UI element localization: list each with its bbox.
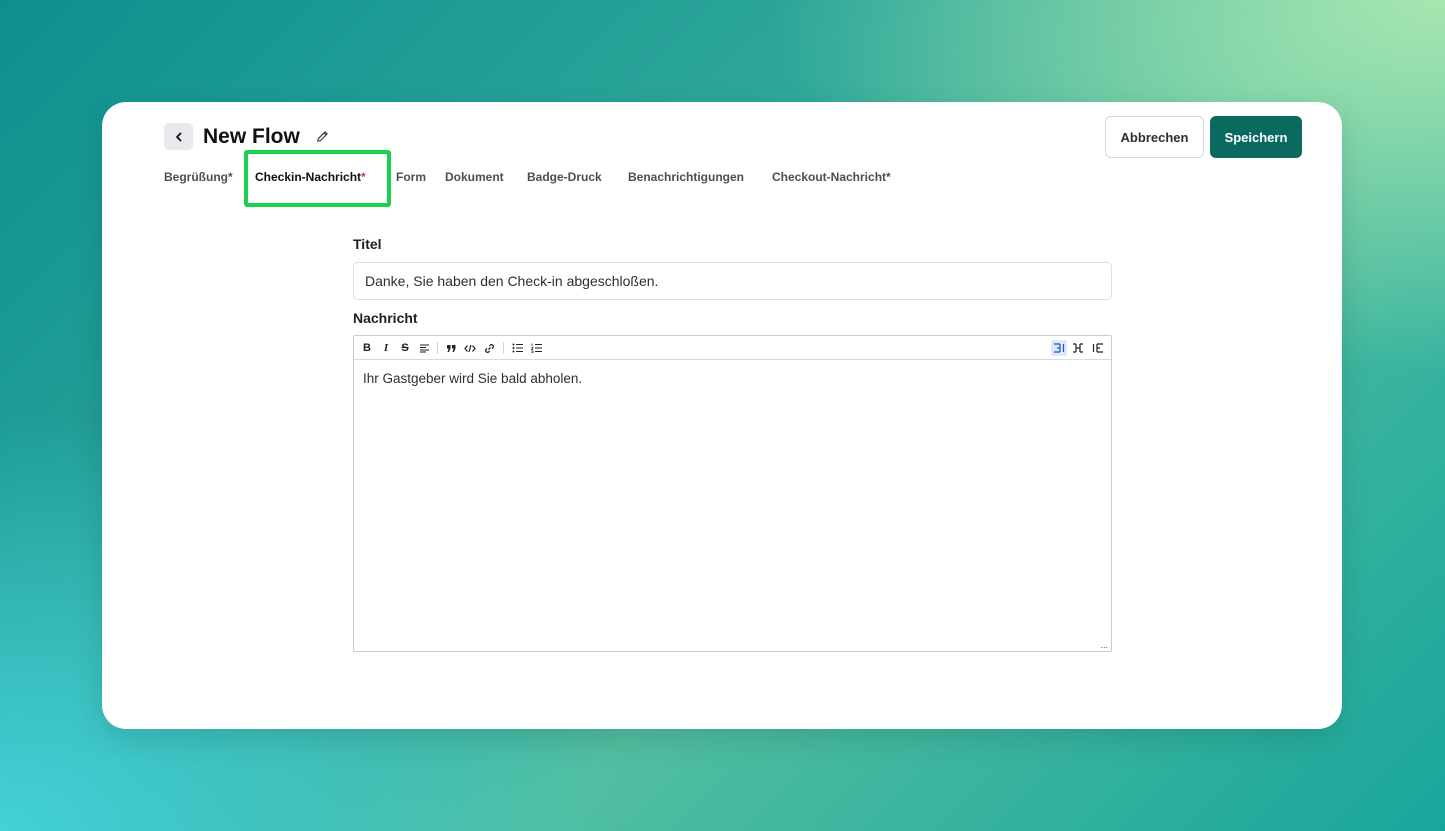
flow-editor-card: New Flow Abbrechen Speichern Begrüßung* … (102, 102, 1342, 729)
quote-button[interactable] (443, 340, 459, 356)
tab-label: Dokument (445, 170, 504, 184)
required-marker: * (886, 170, 891, 184)
message-label: Nachricht (353, 310, 418, 326)
tab-label: Checkout-Nachricht (772, 170, 887, 184)
title-input[interactable] (353, 262, 1112, 300)
toolbar-divider (503, 342, 504, 354)
tab-benachrichtigungen[interactable]: Benachrichtigungen (628, 169, 744, 185)
preview-view-icon (1092, 343, 1103, 353)
numbered-list-button[interactable] (529, 340, 545, 356)
tab-label: Form (396, 170, 426, 184)
chevron-left-icon (175, 132, 181, 141)
save-button[interactable]: Speichern (1210, 116, 1302, 158)
link-icon (484, 343, 494, 353)
editor-toolbar: B I S (354, 336, 1111, 360)
bullet-list-icon (512, 343, 523, 353)
tab-label: Checkin-Nachricht (255, 170, 362, 184)
required-marker: * (228, 170, 233, 184)
resize-handle[interactable]: ... (1100, 640, 1108, 650)
quote-icon (446, 344, 455, 352)
title-label: Titel (353, 236, 382, 252)
view-editor-button[interactable] (1051, 340, 1067, 356)
view-split-button[interactable] (1070, 340, 1086, 356)
bullet-list-button[interactable] (510, 340, 526, 356)
tab-form[interactable]: Form (396, 169, 426, 185)
italic-button[interactable]: I (378, 340, 394, 356)
pencil-icon[interactable] (315, 129, 330, 144)
view-preview-button[interactable] (1090, 340, 1106, 356)
message-content[interactable]: Ihr Gastgeber wird Sie bald abholen. (354, 360, 1111, 398)
tab-badge-druck[interactable]: Badge-Druck (527, 169, 602, 185)
tab-begruessung[interactable]: Begrüßung* (164, 169, 233, 185)
tab-label: Benachrichtigungen (628, 170, 745, 184)
code-icon (464, 344, 476, 352)
bold-button[interactable]: B (359, 340, 375, 356)
code-button[interactable] (462, 340, 478, 356)
split-view-icon (1073, 343, 1083, 353)
tab-label: Begrüßung (164, 170, 228, 184)
numbered-list-icon (531, 343, 542, 353)
cancel-button[interactable]: Abbrechen (1105, 116, 1204, 158)
tab-dokument[interactable]: Dokument (445, 169, 504, 185)
page-title: New Flow (203, 125, 300, 148)
strikethrough-button[interactable]: S (397, 340, 413, 356)
link-button[interactable] (481, 340, 497, 356)
heading-icon (419, 344, 429, 353)
toolbar-divider (437, 342, 438, 354)
tab-checkin-nachricht[interactable]: Checkin-Nachricht* (255, 169, 366, 185)
editor-view-icon (1054, 343, 1065, 353)
heading-button[interactable] (416, 340, 432, 356)
back-button[interactable] (164, 123, 193, 150)
tab-label: Badge-Druck (527, 170, 602, 184)
required-marker: * (361, 170, 366, 184)
tab-checkout-nachricht[interactable]: Checkout-Nachricht* (772, 169, 891, 185)
rich-text-editor[interactable]: B I S Ihr Gastgeber wird Sie bald abhole… (353, 335, 1112, 652)
